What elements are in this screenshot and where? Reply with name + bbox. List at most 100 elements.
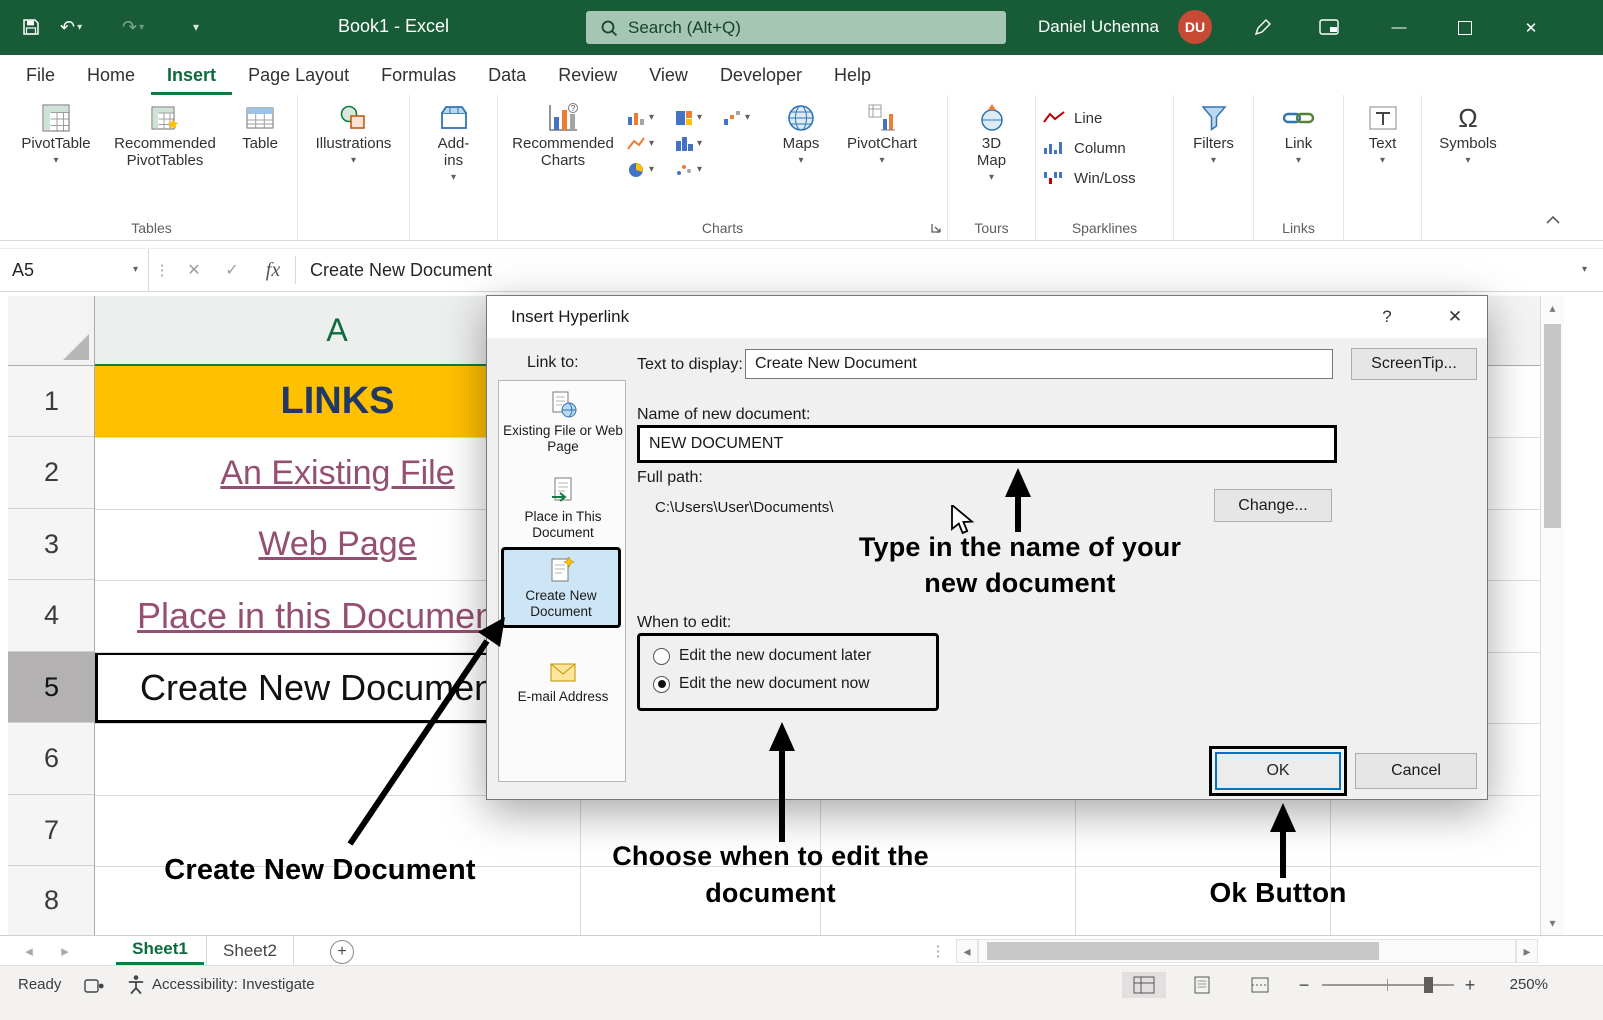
sidebar-item-place-in-document[interactable]: Place in This Document — [502, 473, 624, 544]
insert-function-icon[interactable]: fx — [251, 259, 295, 282]
tab-developer[interactable]: Developer — [704, 55, 818, 95]
accessibility-icon[interactable] — [128, 975, 144, 994]
zoom-slider-track[interactable] — [1322, 984, 1454, 986]
scroll-down-icon[interactable]: ▾ — [1541, 911, 1564, 935]
sheet-nav-right-icon[interactable]: ▸ — [50, 936, 80, 965]
tab-sheet2[interactable]: Sheet2 — [206, 936, 294, 965]
sheet-nav-left-icon[interactable]: ◂ — [14, 936, 44, 965]
name-box[interactable]: A5 ▾ — [0, 249, 149, 291]
hscroll-left-icon[interactable]: ◂ — [956, 939, 978, 963]
text-button[interactable]: Text ▾ — [1364, 101, 1402, 168]
tab-file[interactable]: File — [10, 55, 71, 95]
filters-button[interactable]: Filters ▾ — [1189, 101, 1238, 168]
tab-view[interactable]: View — [633, 55, 704, 95]
radio-edit-now[interactable]: Edit the new document now — [653, 675, 936, 693]
radio-edit-later[interactable]: Edit the new document later — [653, 647, 936, 665]
zoom-level[interactable]: 250% — [1492, 976, 1548, 993]
pivottable-button[interactable]: PivotTable ▾ — [10, 101, 102, 168]
tab-review[interactable]: Review — [542, 55, 633, 95]
row-header-1[interactable]: 1 — [8, 366, 95, 437]
vertical-scroll-thumb[interactable] — [1544, 324, 1561, 528]
sidebar-item-email-address[interactable]: E-mail Address — [502, 657, 624, 709]
avatar[interactable]: DU — [1178, 10, 1212, 44]
horizontal-scroll-thumb[interactable] — [987, 942, 1379, 960]
search-box[interactable]: Search (Alt+Q) — [586, 11, 1006, 44]
row-header-4[interactable]: 4 — [8, 580, 95, 652]
dialog-close-button[interactable]: ✕ — [1437, 304, 1473, 330]
insert-statistic-chart-button[interactable]: ▾ — [672, 135, 720, 153]
select-all-corner[interactable] — [8, 296, 95, 366]
inking-pen-button[interactable] — [1246, 10, 1280, 44]
insert-line-chart-button[interactable]: ▾ — [624, 135, 672, 153]
expand-formula-bar-icon[interactable]: ▾ — [1582, 265, 1587, 275]
row-header-8[interactable]: 8 — [8, 866, 95, 935]
tab-insert[interactable]: Insert — [151, 55, 232, 95]
cancel-entry-icon[interactable]: ✕ — [175, 260, 213, 280]
row-header-5[interactable]: 5 — [8, 652, 95, 723]
tab-splitter-icon[interactable]: ⋮ — [930, 936, 946, 965]
sparkline-winloss-button[interactable]: Win/Loss — [1036, 163, 1173, 193]
zoom-slider-thumb[interactable] — [1424, 977, 1433, 993]
sidebar-item-existing-file[interactable]: Existing File or Web Page — [502, 387, 624, 458]
cancel-button[interactable]: Cancel — [1355, 753, 1477, 789]
hscroll-right-icon[interactable]: ▸ — [1516, 939, 1538, 963]
dialog-help-button[interactable]: ? — [1369, 304, 1405, 330]
screentip-button[interactable]: ScreenTip... — [1351, 348, 1477, 380]
close-button[interactable]: ✕ — [1508, 0, 1554, 55]
tab-sheet1[interactable]: Sheet1 — [116, 936, 204, 965]
ribbon-display-options-button[interactable] — [1312, 10, 1346, 44]
row-header-3[interactable]: 3 — [8, 509, 95, 580]
save-button[interactable] — [14, 10, 48, 44]
redo-button[interactable]: ↷ ▾ — [122, 10, 144, 44]
tab-page-layout[interactable]: Page Layout — [232, 55, 365, 95]
sparkline-column-button[interactable]: Column — [1036, 133, 1173, 163]
insert-pie-chart-button[interactable]: ▾ — [624, 161, 672, 179]
sparkline-line-button[interactable]: Line — [1036, 103, 1173, 133]
collapse-ribbon-icon[interactable] — [1545, 215, 1561, 224]
pivotchart-button[interactable]: PivotChart ▾ — [834, 101, 930, 168]
page-break-view-button[interactable] — [1238, 972, 1282, 998]
insert-column-chart-button[interactable]: ▾ — [624, 109, 672, 127]
maximize-button[interactable] — [1442, 0, 1488, 55]
zoom-out-button[interactable]: − — [1292, 972, 1316, 998]
symbols-button[interactable]: Ω Symbols ▾ — [1435, 101, 1501, 168]
tab-help[interactable]: Help — [818, 55, 887, 95]
dialog-title-bar[interactable]: Insert Hyperlink — [487, 296, 1487, 338]
undo-button[interactable]: ↶ ▾ — [60, 10, 82, 44]
table-button[interactable]: Table — [228, 101, 292, 155]
vertical-scrollbar[interactable]: ▴ ▾ — [1540, 296, 1564, 935]
tab-formulas[interactable]: Formulas — [365, 55, 472, 95]
recommended-charts-button[interactable]: ? Recommended Charts — [502, 101, 624, 172]
normal-view-button[interactable] — [1122, 972, 1166, 998]
ok-button[interactable]: OK — [1215, 752, 1341, 790]
macro-record-icon[interactable] — [84, 978, 104, 994]
minimize-button[interactable]: — — [1376, 0, 1422, 55]
customize-quick-access-button[interactable]: ▾ — [178, 10, 212, 44]
text-to-display-input[interactable]: Create New Document — [745, 349, 1333, 379]
insert-scatter-chart-button[interactable]: ▾ — [672, 161, 720, 179]
tab-home[interactable]: Home — [71, 55, 151, 95]
horizontal-scrollbar[interactable] — [978, 939, 1516, 963]
row-header-7[interactable]: 7 — [8, 795, 95, 866]
link-button[interactable]: Link ▾ — [1278, 101, 1320, 168]
sidebar-item-create-new-document[interactable]: Create New Document — [501, 547, 621, 628]
row-header-2[interactable]: 2 — [8, 437, 95, 509]
maps-button[interactable]: Maps ▾ — [768, 101, 834, 168]
change-button[interactable]: Change... — [1214, 489, 1332, 522]
zoom-in-button[interactable]: + — [1458, 972, 1482, 998]
page-layout-view-button[interactable] — [1180, 972, 1224, 998]
scroll-up-icon[interactable]: ▴ — [1541, 296, 1564, 320]
enter-entry-icon[interactable]: ✓ — [213, 260, 251, 280]
row-header-6[interactable]: 6 — [8, 723, 95, 795]
illustrations-button[interactable]: Illustrations ▾ — [312, 101, 396, 168]
recommended-pivottables-button[interactable]: Recommended PivotTables — [102, 101, 228, 172]
3d-map-button[interactable]: 3D Map ▾ — [971, 101, 1013, 185]
insert-hierarchy-chart-button[interactable]: ▾ — [672, 109, 720, 127]
new-sheet-button[interactable]: + — [330, 940, 354, 964]
name-of-new-document-input[interactable]: NEW DOCUMENT — [637, 425, 1337, 463]
charts-dialog-launcher-icon[interactable] — [930, 222, 942, 234]
addins-button[interactable]: Add-ins ▾ — [430, 101, 478, 185]
tab-data[interactable]: Data — [472, 55, 542, 95]
insert-waterfall-chart-button[interactable]: ▾ — [720, 109, 768, 127]
formula-bar-value[interactable]: Create New Document — [310, 260, 492, 281]
